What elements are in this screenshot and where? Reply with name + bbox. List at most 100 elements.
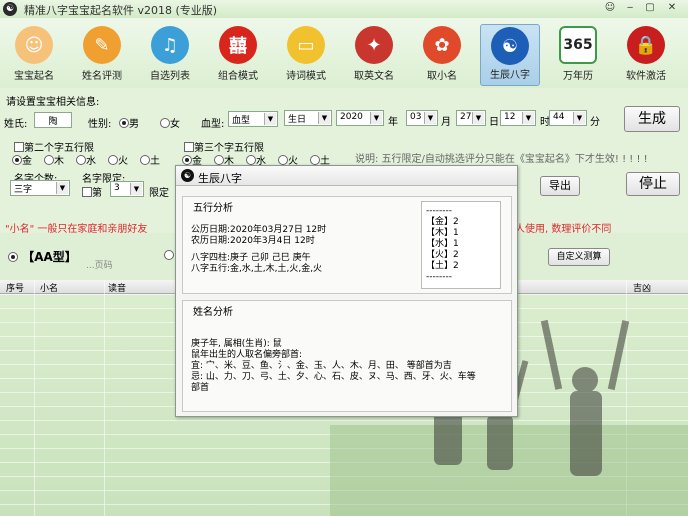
- toolbar-button-7[interactable]: ✿ 取小名: [412, 24, 472, 86]
- calendar-365-icon: 365: [559, 26, 597, 64]
- toolbar-button-4[interactable]: 囍组合模式: [208, 24, 268, 86]
- blood-type-select[interactable]: 血型 ▼: [228, 111, 278, 127]
- chevron-down-icon: ▼: [130, 183, 142, 195]
- lunar-date: 农历日期:2020年3月4日 12时: [191, 236, 315, 246]
- month-value: 03: [410, 112, 422, 122]
- wuxing-note: 说明: 五行限定/自动挑选评分只能在《宝宝起名》下才生效! ! ! ! !: [355, 154, 648, 165]
- third-element-radio[interactable]: [278, 155, 288, 165]
- type-radio-2-icon[interactable]: [164, 250, 174, 260]
- header-pronunciation[interactable]: 读音: [108, 281, 126, 294]
- generate-button[interactable]: 生成: [624, 106, 680, 132]
- wuxing-count-line: 【火】2: [426, 250, 459, 260]
- gender-male-radio[interactable]: [119, 118, 129, 128]
- wuxing-count-line: 【金】2: [426, 217, 459, 227]
- custom-calc-button[interactable]: 自定义测算: [548, 248, 610, 266]
- month-select[interactable]: 03 ▼: [406, 110, 438, 126]
- chevron-down-icon: ▼: [318, 112, 330, 124]
- second-element-radio[interactable]: [12, 155, 22, 165]
- gender-male-label: 男: [129, 119, 139, 130]
- toolbar-button-6[interactable]: ✦ 取英文名: [344, 24, 404, 86]
- name-limit-position-select[interactable]: 3 ▼: [110, 181, 144, 197]
- toolbar-label: 诗词模式: [286, 71, 326, 82]
- toolbar-button-1[interactable]: ☺ 宝宝起名: [4, 24, 64, 86]
- eagle-icon: ✦: [355, 26, 393, 64]
- second-element-option-5[interactable]: 土: [140, 155, 160, 167]
- name-analysis-line: 庚子年, 属相(生肖): 鼠: [191, 339, 282, 349]
- name-limit-position-toggle[interactable]: 第: [82, 184, 102, 199]
- name-limit-prefix: 第: [92, 188, 102, 199]
- third-element-radio[interactable]: [310, 155, 320, 165]
- aa-type-option[interactable]: 【AA型】: [8, 248, 77, 265]
- restore-icon[interactable]: ▢: [642, 1, 658, 15]
- gender-female-option[interactable]: 女: [160, 115, 180, 130]
- toolbar-label: 取小名: [427, 71, 457, 82]
- toolbar-button-5[interactable]: ▭ 诗词模式: [276, 24, 336, 86]
- day-value: 27: [460, 112, 472, 122]
- third-element-radio[interactable]: [214, 155, 224, 165]
- gender-male-option[interactable]: 男: [119, 115, 139, 130]
- second-element-option-2[interactable]: 木: [44, 155, 64, 167]
- year-value: 2020: [340, 112, 363, 122]
- name-limit-checkbox[interactable]: [82, 187, 92, 197]
- toolbar-button-2[interactable]: ✎ 姓名评测: [72, 24, 132, 86]
- gender-female-radio[interactable]: [160, 118, 170, 128]
- second-element-radio[interactable]: [44, 155, 54, 165]
- toolbar-label: 取英文名: [354, 71, 394, 82]
- toolbar-button-10[interactable]: 🔒 软件激活: [616, 24, 676, 86]
- dialog-title: 生辰八字: [198, 172, 242, 185]
- second-element-label: 土: [150, 156, 160, 167]
- third-element-radio[interactable]: [246, 155, 256, 165]
- stop-button[interactable]: 停止: [626, 172, 680, 196]
- aa-type-label: 【AA型】: [22, 250, 77, 264]
- toolbar-button-8[interactable]: ☯ 生辰八字: [480, 24, 540, 86]
- header-nickname[interactable]: 小名: [40, 281, 58, 294]
- second-element-option-3[interactable]: 水: [76, 155, 96, 167]
- type-radio-2[interactable]: [164, 250, 174, 262]
- name-count-select[interactable]: 三字 ▼: [10, 180, 70, 196]
- second-element-option-1[interactable]: 金: [12, 155, 32, 167]
- chevron-down-icon: ▼: [522, 112, 534, 124]
- toolbar-label: 软件激活: [626, 71, 666, 82]
- name-analysis-title: 姓名分析: [193, 307, 233, 318]
- app-yin-yang-icon: ☯: [3, 2, 17, 16]
- second-element-radio[interactable]: [76, 155, 86, 165]
- header-index[interactable]: 序号: [6, 281, 24, 294]
- export-button[interactable]: 导出: [540, 176, 580, 196]
- paper-crane-icon: ✎: [83, 26, 121, 64]
- help-icon[interactable]: ☺: [602, 1, 618, 15]
- month-unit: 月: [441, 117, 451, 128]
- wuxing-count-box: -------- 【金】2 【木】1 【水】1 【火】2 【土】2 --------: [421, 201, 501, 289]
- lock-icon: 🔒: [627, 26, 665, 64]
- second-char-limit-checkbox[interactable]: [14, 142, 24, 152]
- wuxing-count-line: 【木】1: [426, 228, 459, 238]
- window-title: 精准八字宝宝起名软件 v2018 (专业版): [24, 4, 218, 17]
- toolbar: ☺ 宝宝起名 ✎ 姓名评测 ♫ 自选列表 囍组合模式 ▭ 诗词模式 ✦ 取英文名 ✿ 取小名 ☯ 生辰八字 3…: [0, 18, 688, 88]
- hour-select[interactable]: 12 ▼: [500, 110, 536, 126]
- toolbar-button-9[interactable]: 365 万年历: [548, 24, 608, 86]
- baby-face-icon: ☺: [15, 26, 53, 64]
- third-char-limit-checkbox[interactable]: [184, 142, 194, 152]
- dialog-title-bar: ☯ 生辰八字: [176, 166, 517, 186]
- flower-icon: ✿: [423, 26, 461, 64]
- second-element-radio[interactable]: [108, 155, 118, 165]
- toolbar-label: 宝宝起名: [14, 71, 54, 82]
- wuxing-panel: 五行分析 公历日期:2020年03月27日 12时 农历日期:2020年3月4日…: [182, 196, 512, 294]
- yin-yang-icon: ☯: [491, 27, 529, 65]
- bazi-wuxing: 八字五行:金,水,土,木,土,火,金,火: [191, 264, 323, 274]
- toolbar-label: 自选列表: [150, 71, 190, 82]
- minute-select[interactable]: 44 ▼: [549, 110, 587, 126]
- second-element-label: 水: [86, 156, 96, 167]
- minimize-icon[interactable]: ‒: [622, 1, 638, 15]
- header-luck[interactable]: 吉凶: [633, 281, 651, 294]
- year-select[interactable]: 2020 ▼: [336, 110, 384, 126]
- close-icon[interactable]: ✕: [664, 1, 680, 15]
- day-select[interactable]: 27 ▼: [456, 110, 486, 126]
- calendar-type-select[interactable]: 生日 ▼: [284, 110, 332, 126]
- third-element-radio[interactable]: [182, 155, 192, 165]
- second-element-option-4[interactable]: 火: [108, 155, 128, 167]
- aa-type-radio[interactable]: [8, 252, 18, 262]
- second-element-radio[interactable]: [140, 155, 150, 165]
- surname-input[interactable]: 陶: [34, 112, 72, 128]
- toolbar-button-3[interactable]: ♫ 自选列表: [140, 24, 200, 86]
- minute-value: 44: [553, 112, 565, 122]
